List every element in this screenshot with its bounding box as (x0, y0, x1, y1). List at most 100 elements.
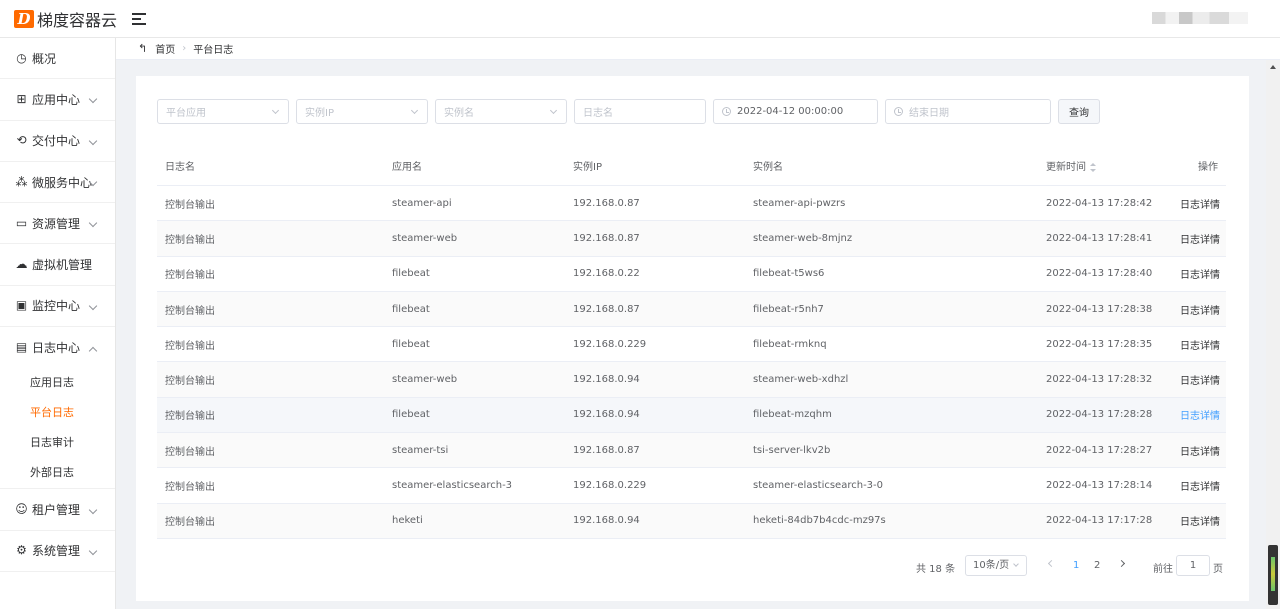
cell-instance-name: steamer-api-pwzrs (753, 197, 846, 209)
clock-icon (894, 107, 903, 116)
prev-page-icon[interactable] (1047, 559, 1056, 568)
table-row[interactable]: 控制台输出 filebeat 192.168.0.229 filebeat-rmknq… (157, 327, 1226, 363)
page-number-2[interactable]: 2 (1094, 560, 1100, 571)
sidebar-subitem-external-log[interactable]: 外部日志 (0, 458, 115, 488)
sidebar-item-log-center[interactable]: ▤ 日志中心 (0, 327, 115, 368)
cell-update-time: 2022-04-13 17:28:42 (1046, 197, 1153, 209)
query-button[interactable]: 查询 (1058, 99, 1100, 124)
vertical-scrollbar[interactable] (1266, 60, 1280, 609)
back-arrow-icon[interactable]: ↰ (138, 42, 147, 55)
cell-app-name: steamer-tsi (392, 444, 449, 456)
log-detail-link[interactable]: 日志详情 (1180, 341, 1220, 352)
log-detail-link[interactable]: 日志详情 (1180, 376, 1220, 387)
sort-icon[interactable] (1090, 162, 1097, 172)
column-header-actions: 操作 (1198, 162, 1218, 173)
menu-fold-icon[interactable] (132, 12, 147, 25)
sidebar-item-system-management[interactable]: ⚙ 系统管理 (0, 531, 115, 572)
cell-log-name: 控制台输出 (165, 411, 215, 423)
cell-action: 日志详情 (1172, 407, 1226, 422)
table-row[interactable]: 控制台输出 filebeat 192.168.0.22 filebeat-t5ws6 2… (157, 257, 1226, 292)
log-detail-link[interactable]: 日志详情 (1180, 517, 1220, 528)
sidebar-item-microservice-center[interactable]: ⁂ 微服务中心 (0, 162, 115, 204)
breadcrumb: ↰ 首页 › 平台日志 (116, 38, 1280, 60)
scroll-up-icon[interactable] (1270, 65, 1276, 69)
instance-name-select[interactable]: 实例名 (435, 99, 567, 124)
logo[interactable]: D 梯度容器云 (14, 7, 117, 31)
cell-instance-ip: 192.168.0.94 (573, 515, 640, 527)
sidebar-item-overview[interactable]: ◷ 概况 (0, 38, 115, 80)
log-icon: ▤ (15, 340, 28, 355)
log-detail-link[interactable]: 日志详情 (1180, 270, 1220, 281)
cell-instance-ip: 192.168.0.87 (573, 444, 640, 456)
page-size-select[interactable]: 10条/页 (965, 555, 1027, 576)
monitor-icon: ▣ (15, 298, 28, 313)
table-row[interactable]: 控制台输出 heketi 192.168.0.94 heketi-84db7b4cdc… (157, 503, 1226, 539)
platform-app-select[interactable]: 平台应用 (157, 99, 289, 124)
table-row[interactable]: 控制台输出 steamer-web 192.168.0.87 steamer-web-… (157, 221, 1226, 257)
sidebar-item-label: 虚拟机管理 (32, 258, 93, 273)
cell-instance-ip: 192.168.0.229 (573, 480, 647, 492)
sidebar-item-resource-management[interactable]: ▭ 资源管理 (0, 203, 115, 245)
sidebar-item-delivery-center[interactable]: ⟲ 交付中心 (0, 121, 115, 162)
scrollbar-thumb[interactable] (1268, 545, 1278, 605)
app-name: 梯度容器云 (37, 10, 118, 30)
start-date-picker[interactable]: 2022-04-12 00:00:00 (713, 99, 878, 124)
cell-log-name: 控制台输出 (165, 376, 215, 388)
log-detail-link[interactable]: 日志详情 (1180, 200, 1220, 211)
end-date-placeholder: 结束日期 (909, 108, 949, 119)
log-detail-link[interactable]: 日志详情 (1180, 306, 1220, 317)
sidebar-item-app-center[interactable]: ⊞ 应用中心 (0, 79, 115, 121)
cell-update-time: 2022-04-13 17:28:40 (1046, 268, 1153, 280)
sidebar-item-vm-management[interactable]: ☁ 虚拟机管理 (0, 244, 115, 286)
chevron-down-icon (410, 106, 419, 115)
cell-log-name: 控制台输出 (165, 270, 215, 282)
breadcrumb-home[interactable]: 首页 (155, 41, 175, 56)
cell-log-name: 控制台输出 (165, 305, 215, 317)
log-name-input[interactable]: 日志名 (574, 99, 706, 124)
cell-update-time: 2022-04-13 17:28:14 (1046, 480, 1153, 492)
next-page-icon[interactable] (1117, 559, 1126, 568)
instance-ip-select[interactable]: 实例IP (296, 99, 428, 124)
cell-update-time: 2022-04-13 17:28:41 (1046, 232, 1153, 244)
table-row[interactable]: 控制台输出 filebeat 192.168.0.94 filebeat-mzqhm 2… (157, 397, 1226, 434)
page-number-1[interactable]: 1 (1073, 560, 1079, 571)
breadcrumb-separator: › (182, 43, 187, 54)
sidebar-subitem-platform-log[interactable]: 平台日志 (0, 398, 115, 428)
sidebar-item-label: 概况 (32, 51, 57, 66)
sidebar-subitem-log-audit[interactable]: 日志审计 (0, 428, 115, 458)
sidebar-item-monitor-center[interactable]: ▣ 监控中心 (0, 286, 115, 328)
chevron-down-icon (1013, 561, 1019, 567)
sidebar-item-label: 交付中心 (32, 134, 81, 149)
column-header-update-time[interactable]: 更新时间 (1038, 158, 1172, 173)
chevron-down-icon (549, 106, 558, 115)
clock-pie-icon: ◷ (16, 50, 27, 65)
cell-instance-name: filebeat-rmknq (753, 338, 827, 350)
sidebar-item-label: 监控中心 (32, 299, 81, 314)
table-row[interactable]: 控制台输出 steamer-api 192.168.0.87 steamer-api-… (157, 186, 1226, 222)
log-detail-link[interactable]: 日志详情 (1180, 235, 1220, 246)
cell-action: 日志详情 (1172, 513, 1226, 528)
cell-app-name: filebeat (392, 409, 430, 421)
clock-icon (722, 107, 731, 116)
pagination: 共 18 条 10条/页 1 2 前往 1 页 (136, 555, 1249, 577)
page-suffix: 页 (1213, 564, 1223, 575)
sidebar-item-label: 微服务中心 (32, 175, 93, 190)
sidebar-item-tenant-management[interactable]: ☺ 租户管理 (0, 489, 115, 531)
log-detail-link[interactable]: 日志详情 (1180, 447, 1220, 458)
page-size-value: 10条/页 (973, 560, 1010, 571)
input-placeholder: 日志名 (583, 108, 613, 119)
cell-update-time: 2022-04-13 17:28:27 (1046, 444, 1153, 456)
sidebar-subitem-app-log[interactable]: 应用日志 (0, 368, 115, 398)
column-header-label: 更新时间 (1046, 162, 1086, 173)
table-row[interactable]: 控制台输出 filebeat 192.168.0.87 filebeat-r5nh7 2… (157, 291, 1226, 328)
log-detail-link[interactable]: 日志详情 (1180, 482, 1220, 493)
cell-log-name: 控制台输出 (165, 234, 215, 246)
end-date-picker[interactable]: 结束日期 (885, 99, 1051, 124)
log-detail-link[interactable]: 日志详情 (1180, 411, 1220, 422)
goto-page-input[interactable]: 1 (1176, 555, 1210, 576)
table-row[interactable]: 控制台输出 steamer-elasticsearch-3 192.168.0.22… (157, 468, 1226, 504)
table-row[interactable]: 控制台输出 steamer-tsi 192.168.0.87 tsi-server-l… (157, 433, 1226, 469)
table-row[interactable]: 控制台输出 steamer-web 192.168.0.94 steamer-web-… (157, 362, 1226, 398)
user-info-blurred[interactable] (1152, 12, 1248, 24)
cell-update-time: 2022-04-13 17:28:35 (1046, 338, 1153, 350)
